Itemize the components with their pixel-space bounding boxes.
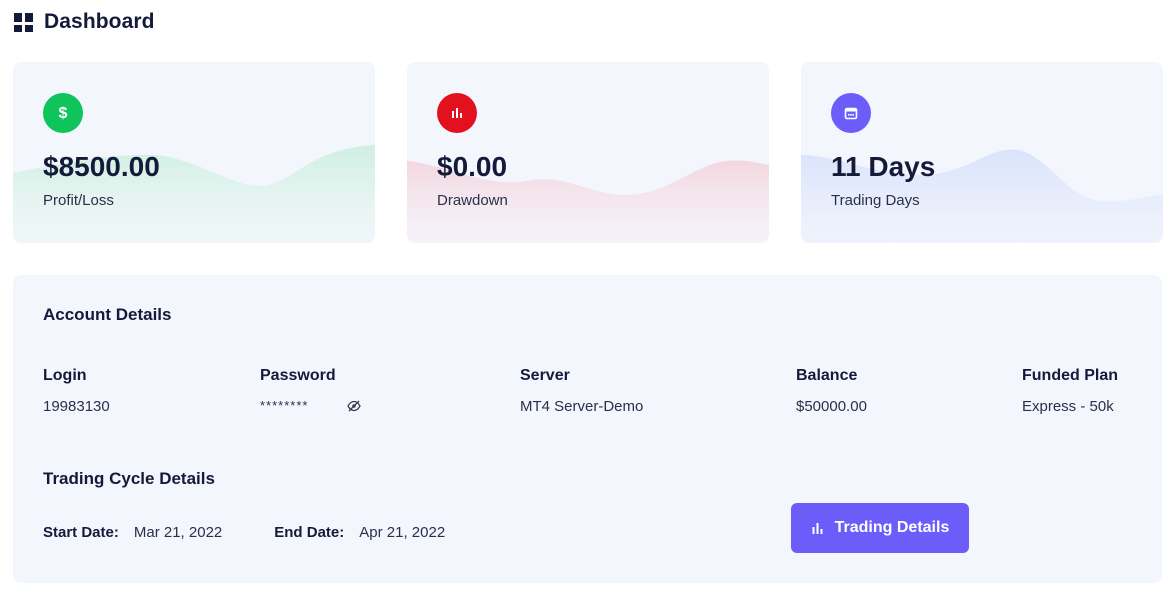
funded-plan-label: Funded Plan [1022,367,1118,384]
drawdown-label: Drawdown [437,192,508,209]
trading-cycle-title: Trading Cycle Details [43,469,215,488]
trading-details-button[interactable]: Trading Details [791,503,969,553]
bar-chart-icon [437,93,477,133]
password-label: Password [260,367,336,384]
svg-text:$: $ [59,105,68,122]
password-field: Password ******** [260,367,362,413]
calendar-icon [831,93,871,133]
trading-days-card: 11 Days Trading Days [801,62,1163,243]
account-details-title: Account Details [43,305,172,324]
login-label: Login [43,367,87,384]
drawdown-value: $0.00 [437,151,508,182]
funded-plan-value: Express - 50k [1022,398,1114,415]
balance-field: Balance $50000.00 [796,367,867,415]
server-value: MT4 Server-Demo [520,398,644,415]
login-field: Login 19983130 [43,367,110,415]
balance-label: Balance [796,367,858,384]
profit-loss-value: $8500.00 [43,151,160,182]
end-date-label: End Date: [274,524,345,541]
end-date-value: Apr 21, 2022 [359,524,446,541]
profit-loss-card: $ $8500.00 Profit/Loss [13,62,375,243]
drawdown-card: $0.00 Drawdown [407,62,769,243]
page-title: Dashboard [44,10,155,33]
account-details-panel: Account Details Login 19983130 Password … [13,275,1162,583]
profit-loss-label: Profit/Loss [43,192,114,209]
password-value: ******** [260,398,309,413]
eye-off-icon[interactable] [346,399,362,413]
start-date-value: Mar 21, 2022 [133,524,223,541]
start-date-label: Start Date: [43,524,119,541]
dashboard-icon [14,12,33,32]
dollar-icon: $ [43,93,83,133]
trading-days-value: 11 Days [831,151,936,182]
trading-cycle-dates: Start Date: Mar 21, 2022 End Date: Apr 2… [43,524,445,541]
bar-chart-icon [812,523,823,534]
login-value: 19983130 [43,398,110,415]
server-label: Server [520,367,570,384]
balance-value: $50000.00 [796,398,867,415]
server-field: Server MT4 Server-Demo [520,367,643,415]
trading-days-label: Trading Days [831,192,920,209]
page-header: Dashboard [14,10,155,34]
funded-plan-field: Funded Plan Express - 50k [1022,367,1118,415]
trading-details-label: Trading Details [834,519,950,536]
